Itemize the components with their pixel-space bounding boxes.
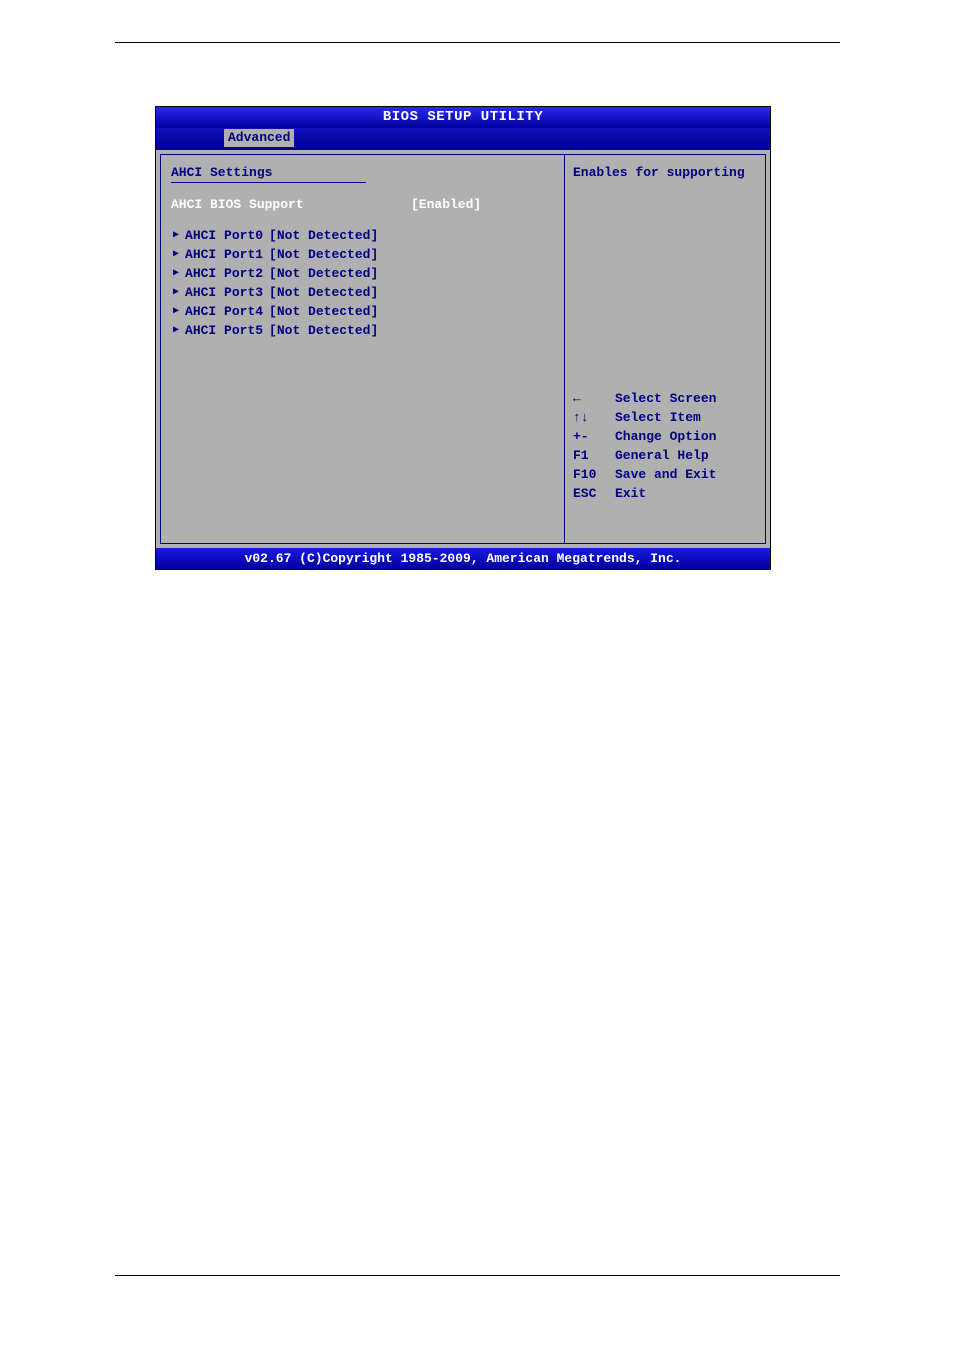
key-action: Exit	[615, 484, 646, 503]
port-label: AHCI Port0	[185, 226, 263, 245]
tab-advanced[interactable]: Advanced	[224, 129, 294, 147]
port-list: ▶ AHCI Port0 [Not Detected] ▶ AHCI Port1…	[171, 226, 554, 340]
key-row: F1 General Help	[573, 446, 757, 465]
key-row: +- Change Option	[573, 427, 757, 446]
key-row: ESC Exit	[573, 484, 757, 503]
port-status: [Not Detected]	[269, 321, 378, 340]
key-action: Select Screen	[615, 389, 716, 408]
chevron-right-icon: ▶	[173, 264, 179, 283]
keyboard-help: ← Select Screen ↑↓ Select Item +- Change…	[573, 389, 757, 503]
setting-value: [Enabled]	[411, 197, 481, 212]
port-status: [Not Detected]	[269, 283, 378, 302]
footer-copyright: v02.67 (C)Copyright 1985-2009, American …	[156, 548, 770, 569]
key-action: Change Option	[615, 427, 716, 446]
setting-ahci-bios-support[interactable]: AHCI BIOS Support [Enabled]	[171, 197, 554, 212]
chevron-right-icon: ▶	[173, 245, 179, 264]
help-pane: Enables for supporting ← Select Screen ↑…	[565, 154, 766, 544]
port-label: AHCI Port5	[185, 321, 263, 340]
port-item-4[interactable]: ▶ AHCI Port4 [Not Detected]	[171, 302, 554, 321]
chevron-right-icon: ▶	[173, 302, 179, 321]
page-divider-top	[115, 42, 840, 43]
port-status: [Not Detected]	[269, 302, 378, 321]
chevron-right-icon: ▶	[173, 283, 179, 302]
section-underline	[171, 182, 366, 183]
bios-window: BIOS SETUP UTILITY Advanced AHCI Setting…	[155, 106, 771, 570]
window-title: BIOS SETUP UTILITY	[156, 107, 770, 128]
key-row: F10 Save and Exit	[573, 465, 757, 484]
section-title: AHCI Settings	[171, 165, 554, 180]
key-f10: F10	[573, 465, 615, 484]
port-status: [Not Detected]	[269, 264, 378, 283]
page-divider-bottom	[115, 1275, 840, 1276]
key-left-arrow: ←	[573, 389, 615, 408]
port-status: [Not Detected]	[269, 245, 378, 264]
key-row: ↑↓ Select Item	[573, 408, 757, 427]
key-esc: ESC	[573, 484, 615, 503]
key-plus-minus: +-	[573, 427, 615, 446]
port-label: AHCI Port1	[185, 245, 263, 264]
key-row: ← Select Screen	[573, 389, 757, 408]
port-item-3[interactable]: ▶ AHCI Port3 [Not Detected]	[171, 283, 554, 302]
key-updown-arrow: ↑↓	[573, 408, 615, 427]
port-label: AHCI Port4	[185, 302, 263, 321]
settings-pane: AHCI Settings AHCI BIOS Support [Enabled…	[160, 154, 565, 544]
port-label: AHCI Port2	[185, 264, 263, 283]
chevron-right-icon: ▶	[173, 321, 179, 340]
port-item-0[interactable]: ▶ AHCI Port0 [Not Detected]	[171, 226, 554, 245]
tab-bar: Advanced	[156, 128, 770, 150]
help-text: Enables for supporting	[573, 165, 757, 180]
port-item-1[interactable]: ▶ AHCI Port1 [Not Detected]	[171, 245, 554, 264]
port-label: AHCI Port3	[185, 283, 263, 302]
port-status: [Not Detected]	[269, 226, 378, 245]
key-action: Select Item	[615, 408, 701, 427]
port-item-5[interactable]: ▶ AHCI Port5 [Not Detected]	[171, 321, 554, 340]
key-action: Save and Exit	[615, 465, 716, 484]
chevron-right-icon: ▶	[173, 226, 179, 245]
key-f1: F1	[573, 446, 615, 465]
content-area: AHCI Settings AHCI BIOS Support [Enabled…	[156, 150, 770, 548]
port-item-2[interactable]: ▶ AHCI Port2 [Not Detected]	[171, 264, 554, 283]
key-action: General Help	[615, 446, 709, 465]
setting-label: AHCI BIOS Support	[171, 197, 411, 212]
